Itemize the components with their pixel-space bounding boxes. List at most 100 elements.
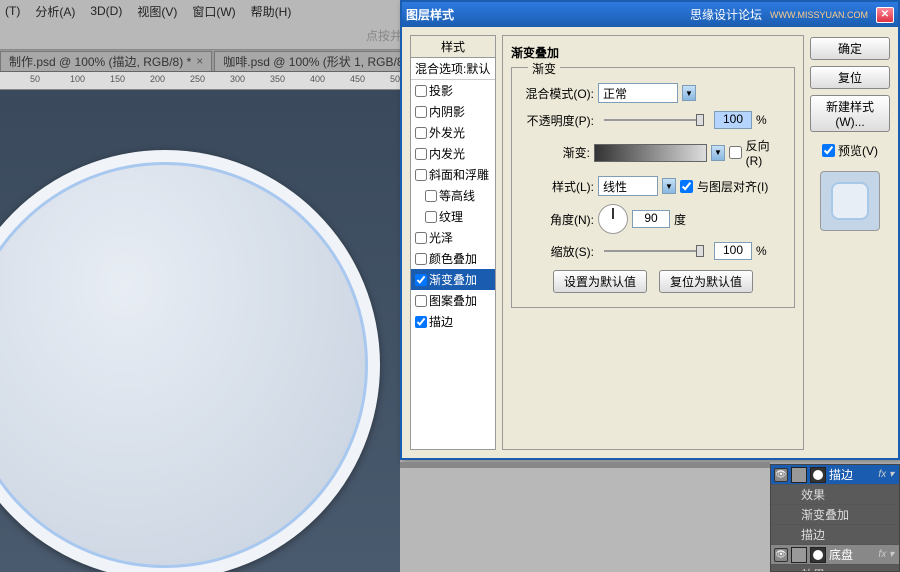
style-select[interactable]: 线性 bbox=[598, 176, 658, 196]
chevron-down-icon[interactable]: ▼ bbox=[662, 178, 676, 194]
align-checkbox[interactable] bbox=[680, 180, 693, 193]
layer-row[interactable]: 👁 描边 fx ▾ bbox=[771, 465, 899, 485]
new-style-button[interactable]: 新建样式(W)... bbox=[810, 95, 890, 132]
layer-fx-row[interactable]: 效果 bbox=[771, 485, 899, 505]
layer-thumb[interactable] bbox=[791, 467, 807, 483]
layer-mask-thumb[interactable] bbox=[810, 467, 826, 483]
opacity-slider[interactable] bbox=[604, 119, 704, 121]
angle-input[interactable]: 90 bbox=[632, 210, 670, 228]
shape-outer bbox=[0, 150, 380, 572]
dialog-buttons: 确定 复位 新建样式(W)... 预览(V) bbox=[810, 35, 890, 450]
style-checkbox[interactable] bbox=[415, 127, 427, 139]
style-checkbox[interactable] bbox=[425, 190, 437, 202]
ruler-mark: 100 bbox=[70, 74, 85, 84]
layer-name[interactable]: 描边 bbox=[829, 466, 853, 483]
style-row[interactable]: 图案叠加 bbox=[411, 290, 495, 311]
style-checkbox[interactable] bbox=[415, 106, 427, 118]
cancel-button[interactable]: 复位 bbox=[810, 66, 890, 89]
style-row[interactable]: 内阴影 bbox=[411, 101, 495, 122]
layer-thumb[interactable] bbox=[791, 547, 807, 563]
style-row[interactable]: 光泽 bbox=[411, 227, 495, 248]
style-row[interactable]: 投影 bbox=[411, 80, 495, 101]
angle-label: 角度(N): bbox=[522, 211, 594, 228]
style-checkbox[interactable] bbox=[415, 253, 427, 265]
set-default-button[interactable]: 设置为默认值 bbox=[553, 270, 647, 293]
menu-window[interactable]: 窗口(W) bbox=[192, 3, 235, 20]
style-checkbox[interactable] bbox=[415, 148, 427, 160]
fx-badge[interactable]: fx ▾ bbox=[878, 549, 896, 560]
style-label: 外发光 bbox=[429, 124, 465, 141]
style-row[interactable]: 描边 bbox=[411, 311, 495, 332]
menu-help[interactable]: 帮助(H) bbox=[251, 3, 292, 20]
fx-label: 描边 bbox=[801, 526, 825, 543]
menu-analysis[interactable]: 分析(A) bbox=[35, 3, 75, 20]
blend-mode-label: 混合模式(O): bbox=[522, 85, 594, 102]
brand-text: 思缘设计论坛 bbox=[690, 6, 762, 23]
style-checkbox[interactable] bbox=[425, 211, 437, 223]
scale-input[interactable]: 100 bbox=[714, 242, 752, 260]
blend-options-row[interactable]: 混合选项:默认 bbox=[411, 58, 495, 80]
chevron-down-icon[interactable]: ▼ bbox=[682, 85, 696, 101]
scale-slider[interactable] bbox=[604, 250, 704, 252]
scale-label: 缩放(S): bbox=[522, 243, 594, 260]
style-row[interactable]: 颜色叠加 bbox=[411, 248, 495, 269]
close-icon[interactable]: × bbox=[196, 54, 203, 68]
canvas[interactable] bbox=[0, 90, 400, 572]
style-row[interactable]: 等高线 bbox=[411, 185, 495, 206]
preview-label: 预览(V) bbox=[838, 142, 878, 159]
shape-inner bbox=[0, 162, 368, 568]
visibility-icon[interactable]: 👁 bbox=[774, 548, 788, 562]
document-tab[interactable]: 制作.psd @ 100% (描边, RGB/8) * × bbox=[0, 51, 212, 71]
reverse-checkbox[interactable] bbox=[729, 146, 742, 159]
reset-default-button[interactable]: 复位为默认值 bbox=[659, 270, 753, 293]
opacity-input[interactable]: 100 bbox=[714, 111, 752, 129]
tab-label: 咖啡.psd @ 100% (形状 1, RGB/8) * bbox=[223, 53, 415, 70]
style-label: 内阴影 bbox=[429, 103, 465, 120]
preview-checkbox[interactable] bbox=[822, 144, 835, 157]
close-icon[interactable]: ✕ bbox=[876, 7, 894, 23]
layer-style-dialog: 图层样式 思缘设计论坛 WWW.MISSYUAN.COM ✕ 样式 混合选项:默… bbox=[400, 0, 900, 460]
opacity-unit: % bbox=[756, 113, 767, 127]
style-row[interactable]: 斜面和浮雕 bbox=[411, 164, 495, 185]
style-checkbox[interactable] bbox=[415, 316, 427, 328]
style-label: 光泽 bbox=[429, 229, 453, 246]
slider-thumb[interactable] bbox=[696, 245, 704, 257]
style-row[interactable]: 纹理 bbox=[411, 206, 495, 227]
layers-panel: 👁 描边 fx ▾ 效果 渐变叠加 描边 👁 底盘 fx ▾ 效果 bbox=[770, 464, 900, 572]
style-row[interactable]: 外发光 bbox=[411, 122, 495, 143]
chevron-down-icon[interactable]: ▼ bbox=[711, 145, 724, 161]
layer-fx-row[interactable]: 渐变叠加 bbox=[771, 505, 899, 525]
style-checkbox[interactable] bbox=[415, 274, 427, 286]
styles-header[interactable]: 样式 bbox=[411, 36, 495, 58]
blend-mode-select[interactable]: 正常 bbox=[598, 83, 678, 103]
layer-mask-thumb[interactable] bbox=[810, 547, 826, 563]
visibility-icon[interactable]: 👁 bbox=[774, 468, 788, 482]
gradient-picker[interactable] bbox=[594, 144, 707, 162]
reverse-label: 反向(R) bbox=[746, 137, 784, 168]
slider-thumb[interactable] bbox=[696, 114, 704, 126]
tab-label: 制作.psd @ 100% (描边, RGB/8) * bbox=[9, 53, 191, 70]
fx-label: 渐变叠加 bbox=[801, 506, 849, 523]
style-checkbox[interactable] bbox=[415, 169, 427, 181]
layer-row[interactable]: 👁 底盘 fx ▾ bbox=[771, 545, 899, 565]
style-checkbox[interactable] bbox=[415, 295, 427, 307]
style-checkbox[interactable] bbox=[415, 85, 427, 97]
menu-3d[interactable]: 3D(D) bbox=[90, 4, 122, 18]
style-label: 图案叠加 bbox=[429, 292, 477, 309]
menu-text[interactable]: (T) bbox=[5, 4, 20, 18]
angle-dial[interactable] bbox=[598, 204, 628, 234]
style-row[interactable]: 渐变叠加 bbox=[411, 269, 495, 290]
style-checkbox[interactable] bbox=[415, 232, 427, 244]
fx-label: 效果 bbox=[801, 566, 825, 572]
style-label: 描边 bbox=[429, 313, 453, 330]
style-label: 样式(L): bbox=[522, 178, 594, 195]
layer-fx-row[interactable]: 效果 bbox=[771, 565, 899, 572]
dialog-titlebar[interactable]: 图层样式 思缘设计论坛 WWW.MISSYUAN.COM ✕ bbox=[402, 2, 898, 27]
layer-name[interactable]: 底盘 bbox=[829, 546, 853, 563]
menu-view[interactable]: 视图(V) bbox=[137, 3, 177, 20]
fx-badge[interactable]: fx ▾ bbox=[878, 469, 896, 480]
layer-fx-row[interactable]: 描边 bbox=[771, 525, 899, 545]
ruler-mark: 150 bbox=[110, 74, 125, 84]
style-row[interactable]: 内发光 bbox=[411, 143, 495, 164]
ok-button[interactable]: 确定 bbox=[810, 37, 890, 60]
